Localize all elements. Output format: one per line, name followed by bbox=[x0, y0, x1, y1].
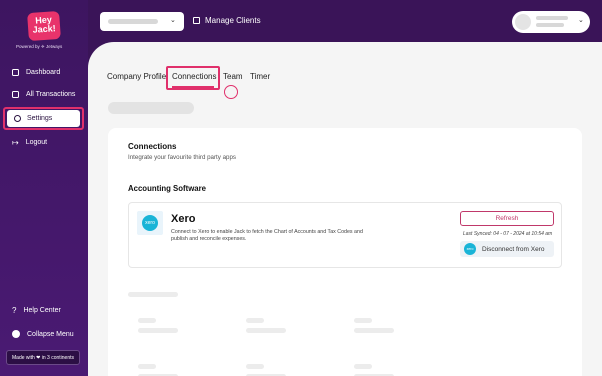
skeleton-heading bbox=[128, 292, 178, 297]
sidebar-item-all-transactions[interactable]: All Transactions bbox=[12, 91, 75, 98]
active-tab-underline bbox=[172, 86, 214, 88]
skeleton-block bbox=[246, 328, 286, 333]
chevron-down-icon: ⌄ bbox=[170, 17, 176, 24]
skeleton-block bbox=[246, 364, 264, 369]
logout-icon: ↦ bbox=[12, 138, 19, 147]
connections-title: Connections bbox=[128, 142, 177, 151]
sidebar-item-label: All Transactions bbox=[26, 91, 76, 98]
question-icon: ? bbox=[12, 306, 17, 315]
disconnect-xero-button[interactable]: xero Disconnect from Xero bbox=[460, 241, 554, 257]
tab-company-profile[interactable]: Company Profile bbox=[107, 72, 166, 81]
connections-card: Connections Integrate your favourite thi… bbox=[108, 128, 582, 376]
tab-timer[interactable]: Timer bbox=[250, 72, 270, 81]
xero-description: Connect to Xero to enable Jack to fetch … bbox=[171, 229, 363, 242]
loading-pill bbox=[108, 102, 194, 114]
sidebar-item-label: Logout bbox=[25, 139, 48, 146]
gear-icon bbox=[14, 115, 21, 122]
skeleton-block bbox=[354, 318, 372, 323]
grid-icon bbox=[12, 69, 19, 76]
sidebar-item-label: Dashboard bbox=[26, 69, 61, 76]
skeleton-block bbox=[354, 364, 372, 369]
user-name-placeholder bbox=[536, 16, 568, 20]
client-select-placeholder bbox=[108, 19, 158, 24]
collapse-menu-button[interactable]: Collapse Menu bbox=[12, 330, 74, 338]
sidebar-item-label: Help Center bbox=[23, 307, 61, 314]
avatar bbox=[515, 14, 531, 30]
refresh-button[interactable]: Refresh bbox=[460, 211, 554, 226]
xero-integration-card: xero Xero Connect to Xero to enable Jack… bbox=[128, 202, 562, 268]
cursor-indicator-icon bbox=[224, 85, 238, 99]
made-with-badge: Made with ❤ in 3 continents bbox=[6, 350, 80, 365]
logo-line2: Jack! bbox=[32, 23, 57, 35]
xero-name: Xero bbox=[171, 213, 196, 225]
xero-logo-box: xero bbox=[137, 211, 163, 235]
chevron-down-icon: ⌄ bbox=[578, 17, 584, 24]
sidebar-item-help-center[interactable]: ? Help Center bbox=[12, 306, 61, 315]
transactions-icon bbox=[12, 91, 19, 98]
manage-clients-link[interactable]: Manage Clients bbox=[193, 16, 261, 25]
skeleton-block bbox=[138, 318, 156, 323]
accounting-software-title: Accounting Software bbox=[128, 184, 206, 193]
skeleton-block bbox=[138, 328, 178, 333]
manage-clients-label: Manage Clients bbox=[205, 16, 261, 25]
skeleton-block bbox=[354, 328, 394, 333]
main-content: Company Profile Connections Team Timer C… bbox=[88, 42, 602, 376]
last-synced-text: Last Synced: 04 - 07 - 2024 at 10:54 am bbox=[463, 231, 553, 237]
client-select[interactable]: ⌄ bbox=[100, 12, 184, 31]
hey-jack-logo[interactable]: Hey Jack! bbox=[27, 10, 61, 42]
user-menu[interactable]: ⌄ bbox=[512, 11, 590, 33]
sidebar-item-logout[interactable]: ↦ Logout bbox=[12, 138, 47, 147]
manage-clients-icon bbox=[193, 17, 200, 24]
skeleton-block bbox=[138, 364, 156, 369]
user-role-placeholder bbox=[536, 23, 564, 27]
sidebar: Hey Jack! Powered by ✈ Jetways Dashboard… bbox=[0, 0, 88, 376]
disconnect-label: Disconnect from Xero bbox=[482, 245, 545, 253]
sidebar-item-settings[interactable]: Settings bbox=[7, 110, 80, 127]
xero-logo-icon: xero bbox=[142, 215, 158, 231]
tab-team[interactable]: Team bbox=[223, 72, 243, 81]
skeleton-block bbox=[246, 318, 264, 323]
sidebar-item-dashboard[interactable]: Dashboard bbox=[12, 69, 60, 76]
sidebar-item-label: Settings bbox=[27, 115, 53, 122]
sidebar-item-label: Collapse Menu bbox=[27, 330, 74, 338]
collapse-icon bbox=[12, 330, 20, 338]
powered-by: Powered by ✈ Jetways bbox=[16, 44, 63, 49]
xero-logo-icon: xero bbox=[464, 243, 476, 255]
connections-subtitle: Integrate your favourite third party app… bbox=[128, 154, 236, 161]
